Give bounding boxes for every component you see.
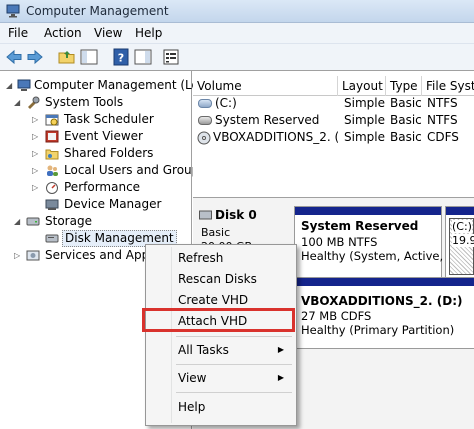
menu-item-all-tasks[interactable]: All Tasks ▶	[148, 340, 294, 360]
cd-drive-icon	[197, 131, 211, 145]
menu-item-help[interactable]: Help	[148, 397, 294, 417]
task-scheduler-icon	[45, 114, 59, 126]
device-manager-icon	[45, 199, 59, 210]
show-hide-tree-icon[interactable]	[80, 48, 98, 66]
column-file-system[interactable]: File Syste	[422, 76, 474, 96]
disk-management-icon	[45, 234, 59, 243]
submenu-arrow-icon: ▶	[277, 373, 284, 382]
event-viewer-icon	[45, 130, 59, 143]
tree-item-shared-folders[interactable]: ▷ Shared Folders	[32, 145, 192, 162]
menu-separator	[176, 392, 292, 393]
partition-system-reserved[interactable]: System Reserved 100 MB NTFS Healthy (Sys…	[294, 206, 454, 280]
attach-vhd-highlight	[142, 308, 295, 332]
collapse-arrow-icon[interactable]: ◢	[14, 213, 23, 230]
partition-vboxadditions[interactable]: VBOXADDITIONS_2. (D:) 27 MB CDFS Healthy…	[294, 277, 474, 349]
disk-icon	[199, 210, 212, 220]
tree-item-device-manager[interactable]: Device Manager	[32, 196, 192, 213]
expand-arrow-icon[interactable]: ▷	[14, 247, 23, 264]
tree-item-performance[interactable]: ▷ Performance	[32, 179, 192, 196]
computer-management-icon	[6, 4, 20, 18]
tree-item-system-tools[interactable]: ◢ System Tools	[14, 94, 192, 111]
svg-text:?: ?	[118, 52, 124, 65]
expand-arrow-icon[interactable]: ▷	[32, 128, 41, 145]
performance-icon	[46, 182, 58, 194]
tree-item-storage[interactable]: ◢ Storage	[14, 213, 192, 230]
window-title: Computer Management	[26, 4, 169, 18]
column-type[interactable]: Type	[386, 76, 422, 96]
expand-arrow-icon[interactable]: ▷	[32, 145, 41, 162]
table-row[interactable]: VBOXADDITIONS_2. (D:) Simple Basic CDFS	[193, 129, 474, 146]
show-action-pane-icon[interactable]	[134, 48, 152, 66]
drive-icon	[198, 116, 212, 125]
menu-item-refresh[interactable]: Refresh	[148, 248, 294, 268]
back-arrow-icon[interactable]	[5, 48, 23, 66]
help-icon[interactable]: ?	[112, 48, 130, 66]
expand-arrow-icon[interactable]: ▷	[32, 162, 41, 179]
partition-c-drive[interactable]: (C:) 19.90	[445, 206, 474, 280]
toolbar: ?	[0, 44, 474, 71]
menu-item-rescan-disks[interactable]: Rescan Disks	[148, 269, 294, 289]
table-row[interactable]: (C:) Simple Basic NTFS	[193, 95, 474, 112]
menu-separator	[176, 364, 292, 365]
collapse-arrow-icon[interactable]: ◢	[14, 94, 23, 111]
collapse-arrow-icon[interactable]: ◢	[6, 77, 15, 94]
column-volume[interactable]: Volume	[193, 76, 338, 96]
menu-item-view[interactable]: View ▶	[148, 368, 294, 388]
volume-list-header: Volume Layout Type File Syste	[193, 76, 474, 96]
storage-icon	[26, 217, 40, 226]
column-layout[interactable]: Layout	[338, 76, 386, 96]
title-bar: Computer Management	[0, 0, 474, 23]
menu-bar: File Action View Help	[0, 23, 474, 44]
users-icon	[47, 165, 58, 176]
expand-arrow-icon[interactable]: ▷	[32, 179, 41, 196]
drive-icon	[198, 99, 212, 108]
submenu-arrow-icon: ▶	[277, 345, 284, 354]
shared-folder-icon	[45, 149, 59, 160]
menu-file[interactable]: File	[8, 26, 28, 40]
tree-item-task-scheduler[interactable]: ▷ Task Scheduler	[32, 111, 192, 128]
up-folder-icon[interactable]	[58, 48, 76, 66]
forward-arrow-icon[interactable]	[26, 48, 44, 66]
tree-item-computer-management[interactable]: ◢ Computer Management (Local	[6, 77, 216, 94]
table-row[interactable]: System Reserved Simple Basic NTFS	[193, 112, 474, 129]
tree-item-local-users-and-groups[interactable]: ▷ Local Users and Groups	[32, 162, 206, 179]
menu-item-create-vhd[interactable]: Create VHD	[148, 290, 294, 310]
services-icon	[26, 250, 40, 261]
properties-icon[interactable]	[162, 48, 180, 66]
menu-action[interactable]: Action	[44, 26, 82, 40]
computer-management-icon	[17, 79, 31, 91]
menu-view[interactable]: View	[94, 26, 122, 40]
volume-list: Volume Layout Type File Syste (C:) Simpl…	[193, 71, 474, 197]
menu-help[interactable]: Help	[135, 26, 162, 40]
system-tools-icon	[28, 96, 40, 109]
menu-separator	[176, 336, 292, 337]
tree-item-event-viewer[interactable]: ▷ Event Viewer	[32, 128, 192, 145]
expand-arrow-icon[interactable]: ▷	[32, 111, 41, 128]
context-menu: Refresh Rescan Disks Create VHD Attach V…	[145, 244, 297, 426]
